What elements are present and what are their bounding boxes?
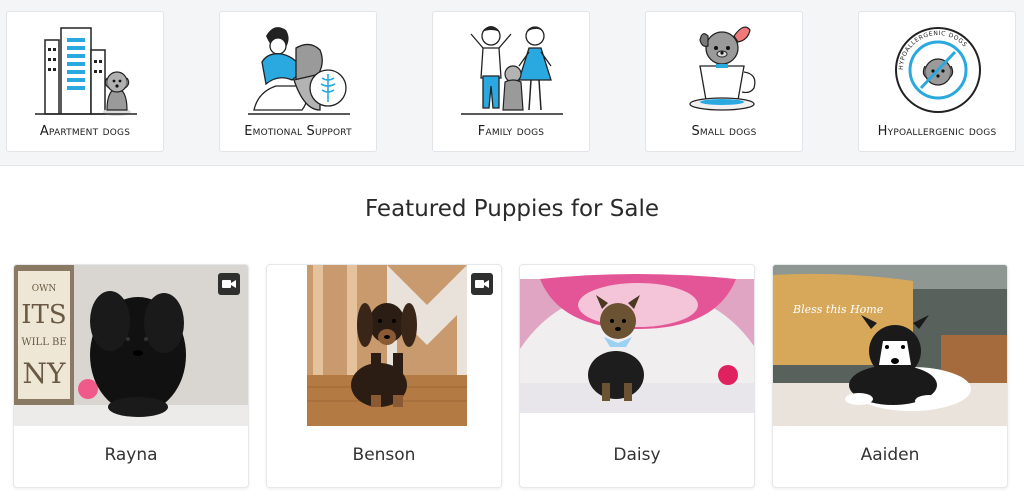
- category-label: Family dogs: [477, 124, 545, 139]
- category-label: Emotional Support: [244, 124, 352, 139]
- category-card-hypoallergenic-dogs[interactable]: HYPOALLERGENIC DOGS Hypoallergenic dogs: [858, 11, 1016, 152]
- category-card-apartment-dogs[interactable]: Apartment dogs: [6, 11, 164, 152]
- svg-text:WILL BE: WILL BE: [21, 337, 66, 348]
- puppy-card-rayna[interactable]: OWN ITS WILL BE NY Rayna: [13, 264, 249, 488]
- puppy-photo-aaiden: Bless this Home: [773, 265, 1007, 426]
- puppy-photo-benson: [267, 265, 501, 426]
- category-card-small-dogs[interactable]: Small dogs: [645, 11, 803, 152]
- svg-text:Bless this Home: Bless this Home: [792, 303, 884, 316]
- puppy-name[interactable]: Benson: [267, 445, 501, 465]
- apartment-dog-icon: [35, 27, 137, 116]
- puppy-name[interactable]: Rayna: [14, 445, 248, 465]
- category-label: Small dogs: [691, 124, 757, 139]
- puppy-photo[interactable]: Bless this Home: [773, 265, 1007, 426]
- svg-text:ITS: ITS: [21, 300, 66, 330]
- puppy-card-daisy[interactable]: Daisy: [519, 264, 755, 488]
- category-strip: Apartment dogs Emotional Support Family …: [0, 0, 1024, 166]
- puppy-card-aaiden[interactable]: Bless this Home Aaiden: [772, 264, 1008, 488]
- family-dog-icon: [461, 26, 563, 115]
- video-camera-icon: [475, 280, 489, 288]
- category-label: Apartment dogs: [39, 124, 131, 139]
- svg-text:NY: NY: [23, 357, 67, 390]
- video-camera-icon: [222, 280, 236, 288]
- puppy-photo-daisy: [520, 265, 754, 426]
- puppy-photo-rayna: OWN ITS WILL BE NY: [14, 265, 248, 426]
- category-card-family-dogs[interactable]: Family dogs: [432, 11, 590, 152]
- puppy-photo[interactable]: OWN ITS WILL BE NY: [14, 265, 248, 426]
- category-card-emotional-support[interactable]: Emotional Support: [219, 11, 377, 152]
- svg-text:OWN: OWN: [32, 284, 57, 294]
- video-badge: [218, 273, 240, 295]
- small-dog-teacup-icon: [689, 26, 756, 111]
- puppy-card-benson[interactable]: Benson: [266, 264, 502, 488]
- puppy-name[interactable]: Daisy: [520, 445, 754, 465]
- featured-title: Featured Puppies for Sale: [364, 196, 660, 222]
- emotional-support-icon: [248, 27, 350, 115]
- video-badge: [471, 273, 493, 295]
- puppy-photo[interactable]: [520, 265, 754, 426]
- category-label: Hypoallergenic dogs: [877, 124, 997, 139]
- puppy-photo[interactable]: [267, 265, 501, 426]
- puppy-name[interactable]: Aaiden: [773, 445, 1007, 465]
- hypoallergenic-dog-icon: HYPOALLERGENIC DOGS: [895, 27, 981, 113]
